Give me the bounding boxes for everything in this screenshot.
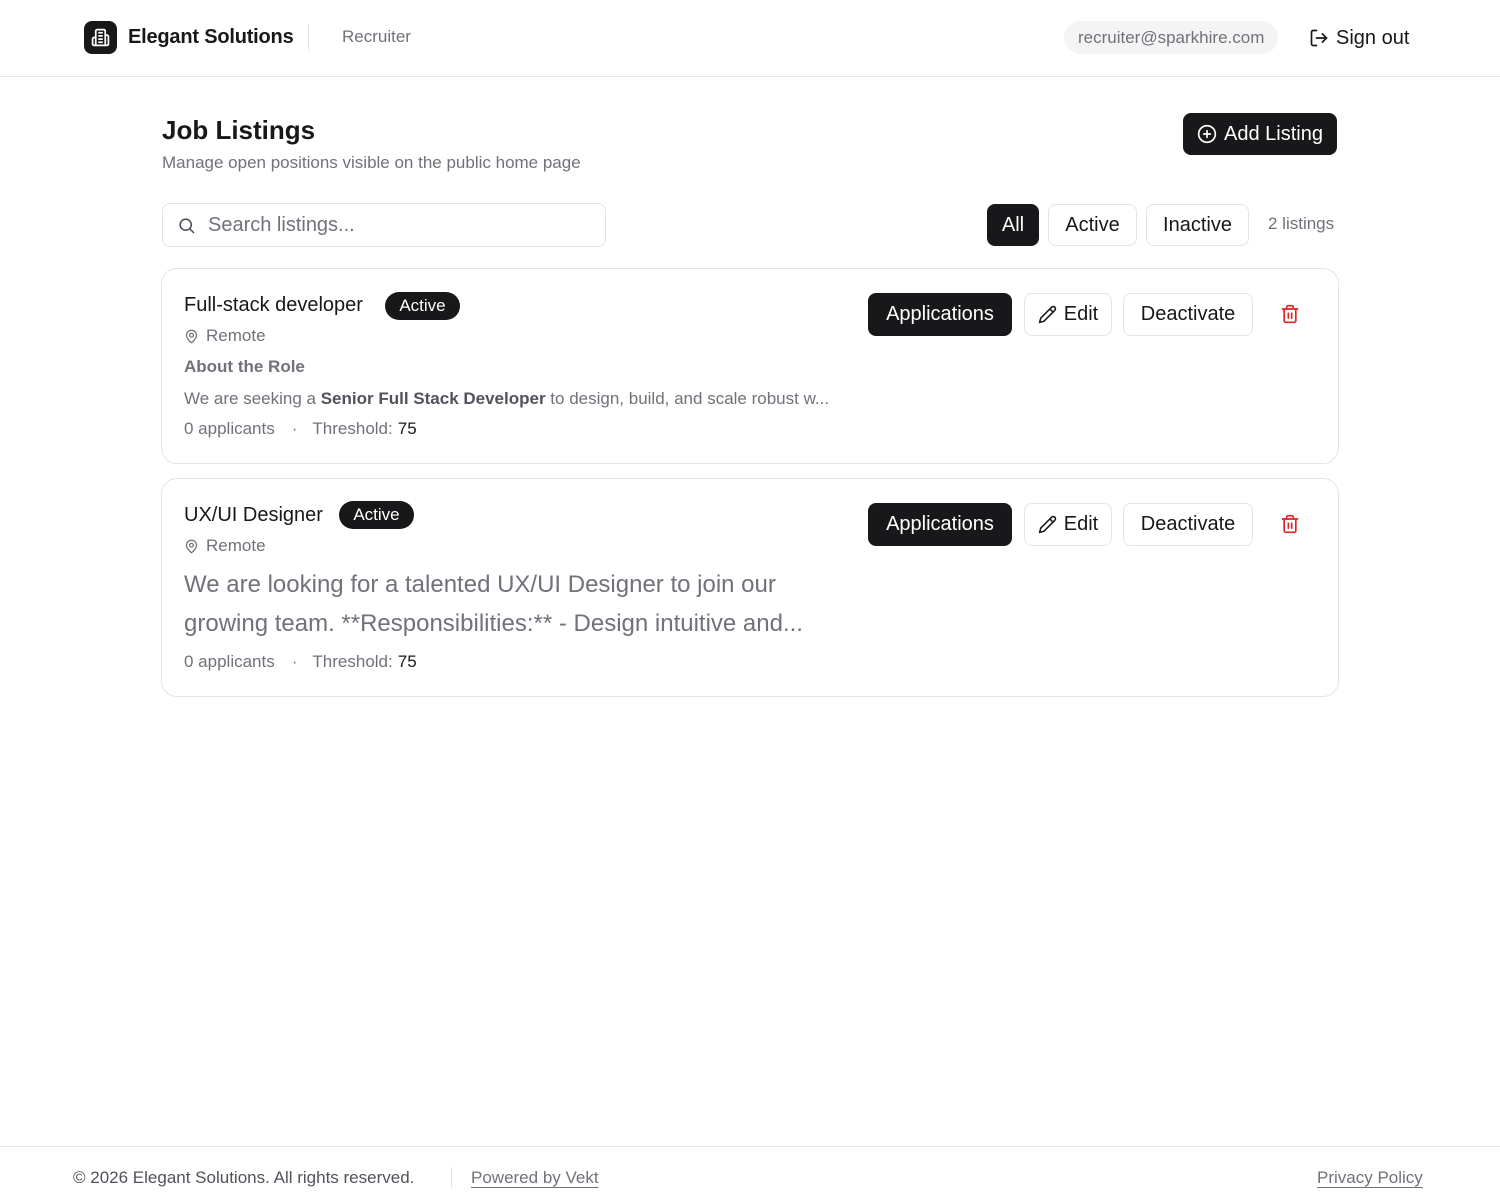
applications-button[interactable]: Applications xyxy=(868,503,1012,546)
user-email-badge: recruiter@sparkhire.com xyxy=(1064,21,1279,54)
threshold-label: Threshold: xyxy=(312,652,393,671)
brand-name: Elegant Solutions xyxy=(128,26,294,48)
search-input[interactable] xyxy=(208,213,588,237)
brand[interactable]: Elegant Solutions xyxy=(84,21,294,54)
search-box xyxy=(162,203,606,247)
deactivate-button[interactable]: Deactivate xyxy=(1123,503,1253,546)
listing-description: We are seeking a Senior Full Stack Devel… xyxy=(184,389,829,409)
applicants-count: 0 applicants xyxy=(184,419,275,438)
listing-meta: 0 applicants · Threshold: 75 xyxy=(184,419,417,439)
status-badge: Active xyxy=(385,292,460,320)
page-subtitle: Manage open positions visible on the pub… xyxy=(162,153,581,172)
building-icon xyxy=(84,21,117,54)
listing-meta: 0 applicants · Threshold: 75 xyxy=(184,652,417,672)
listing-title[interactable]: Full-stack developer xyxy=(184,294,363,317)
threshold-value: 75 xyxy=(397,652,417,671)
map-pin-icon xyxy=(185,539,198,553)
deactivate-button[interactable]: Deactivate xyxy=(1123,293,1253,336)
description-heading: About the Role xyxy=(184,357,305,376)
applicants-count: 0 applicants xyxy=(184,652,275,671)
footer: © 2026 Elegant Solutions. All rights res… xyxy=(0,1146,1500,1198)
location-label: Remote xyxy=(206,326,266,345)
threshold-label: Threshold: xyxy=(312,419,393,438)
copyright-text: © 2026 Elegant Solutions. All rights res… xyxy=(73,1168,415,1187)
listing-title[interactable]: UX/UI Designer xyxy=(184,504,323,527)
trash-icon[interactable] xyxy=(1275,299,1305,329)
pencil-icon xyxy=(1038,515,1056,534)
powered-by-link[interactable]: Powered by Vekt xyxy=(471,1168,599,1188)
filter-all[interactable]: All xyxy=(987,204,1039,246)
filter-inactive[interactable]: Inactive xyxy=(1146,204,1249,246)
privacy-policy-link[interactable]: Privacy Policy xyxy=(1317,1168,1423,1188)
footer-divider xyxy=(451,1167,452,1188)
description-text: We are seeking a xyxy=(184,389,321,408)
listing-card: Full-stack developer Active Remote About… xyxy=(161,268,1339,464)
add-listing-label: Add Listing xyxy=(1224,122,1323,145)
plus-circle-icon xyxy=(1197,124,1217,144)
applications-button[interactable]: Applications xyxy=(868,293,1012,336)
role-label: Recruiter xyxy=(342,27,411,46)
listing-location: Remote xyxy=(184,536,266,556)
listing-description: We are looking for a talented UX/UI Desi… xyxy=(184,571,803,637)
edit-button[interactable]: Edit xyxy=(1024,293,1112,336)
map-pin-icon xyxy=(185,329,198,343)
edit-label: Edit xyxy=(1063,513,1099,535)
add-listing-button[interactable]: Add Listing xyxy=(1183,113,1337,155)
status-badge: Active xyxy=(339,501,414,529)
edit-button[interactable]: Edit xyxy=(1024,503,1112,546)
search-icon xyxy=(179,217,195,233)
listing-location: Remote xyxy=(184,326,266,346)
log-out-icon xyxy=(1310,29,1328,47)
meta-separator: · xyxy=(291,419,298,438)
threshold-value: 75 xyxy=(397,419,417,438)
listing-count: 2 listings xyxy=(1268,214,1335,233)
sign-out-label: Sign out xyxy=(1336,26,1410,49)
listing-card: UX/UI Designer Active Remote We are look… xyxy=(161,478,1339,697)
location-label: Remote xyxy=(206,536,266,555)
page-title: Job Listings xyxy=(162,115,316,145)
description-text: to design, build, and scale robust w... xyxy=(545,389,830,408)
filter-active[interactable]: Active xyxy=(1048,204,1137,246)
top-bar: Elegant Solutions Recruiter recruiter@sp… xyxy=(0,0,1500,77)
sign-out-button[interactable]: Sign out xyxy=(1309,23,1409,53)
header-divider xyxy=(308,24,309,51)
trash-icon[interactable] xyxy=(1275,509,1305,539)
edit-label: Edit xyxy=(1063,303,1099,325)
pencil-icon xyxy=(1038,305,1056,324)
description-bold: Senior Full Stack Developer xyxy=(320,389,546,408)
meta-separator: · xyxy=(291,652,298,671)
